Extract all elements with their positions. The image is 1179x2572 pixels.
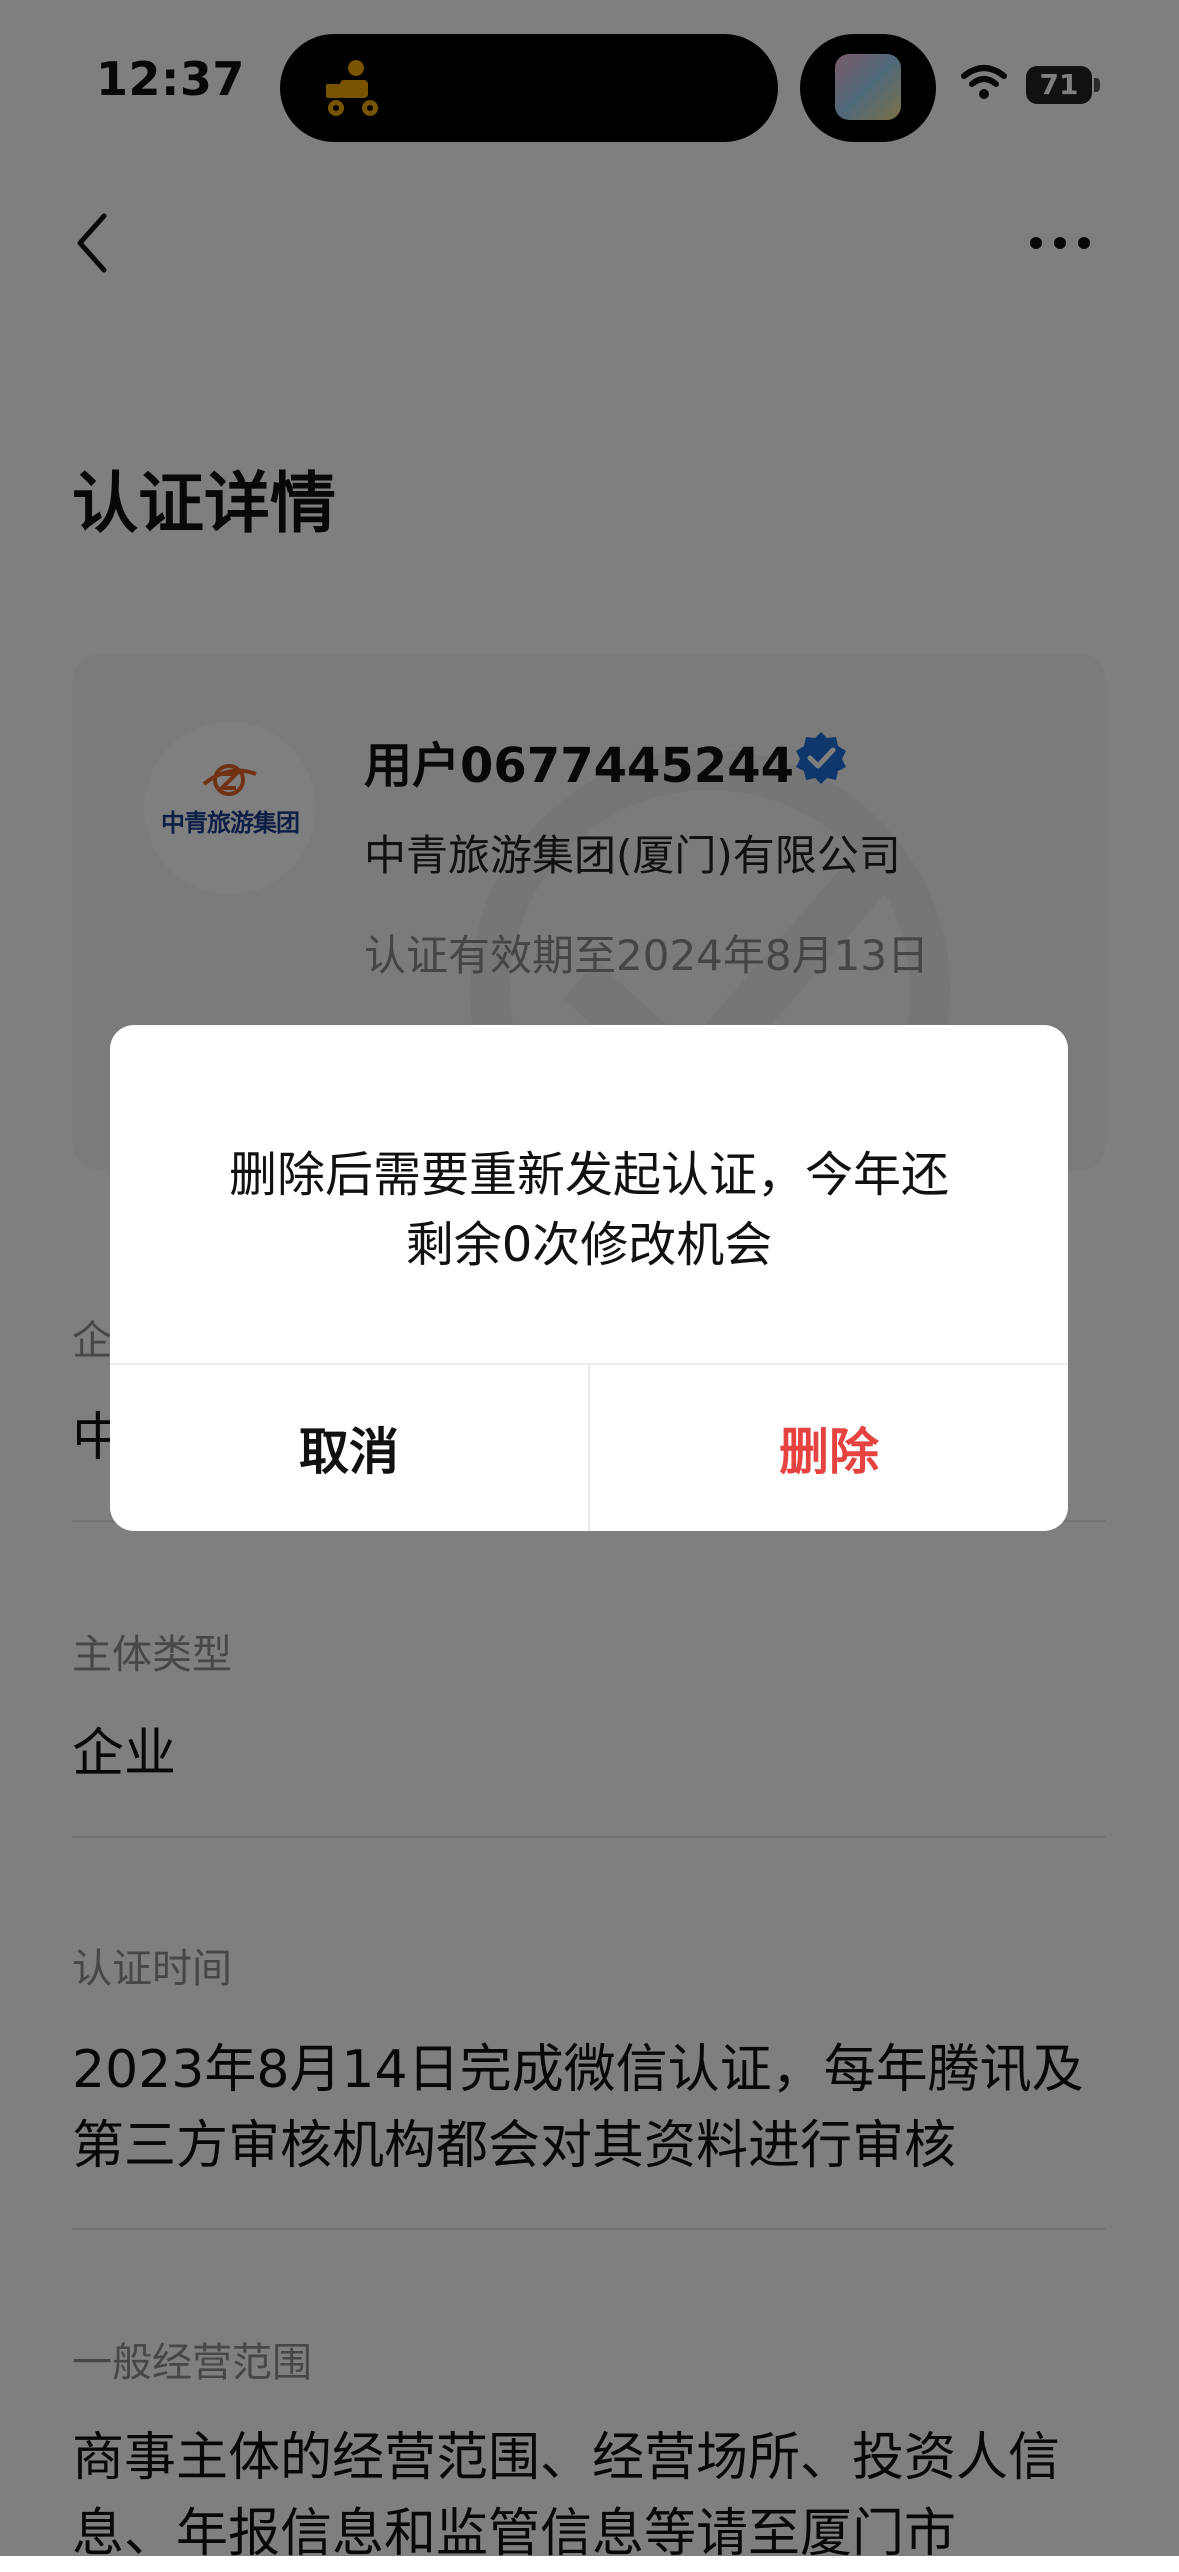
delete-button[interactable]: 删除 — [590, 1365, 1068, 1531]
dialog-message-line2: 剩余0次修改机会 — [405, 1217, 773, 1273]
delete-confirm-dialog: 删除后需要重新发起认证，今年还 剩余0次修改机会 取消 删除 — [110, 1025, 1068, 1531]
cancel-button[interactable]: 取消 — [110, 1365, 588, 1531]
dialog-message-line1: 删除后需要重新发起认证，今年还 — [228, 1147, 949, 1203]
dialog-message: 删除后需要重新发起认证，今年还 剩余0次修改机会 — [110, 1140, 1068, 1280]
